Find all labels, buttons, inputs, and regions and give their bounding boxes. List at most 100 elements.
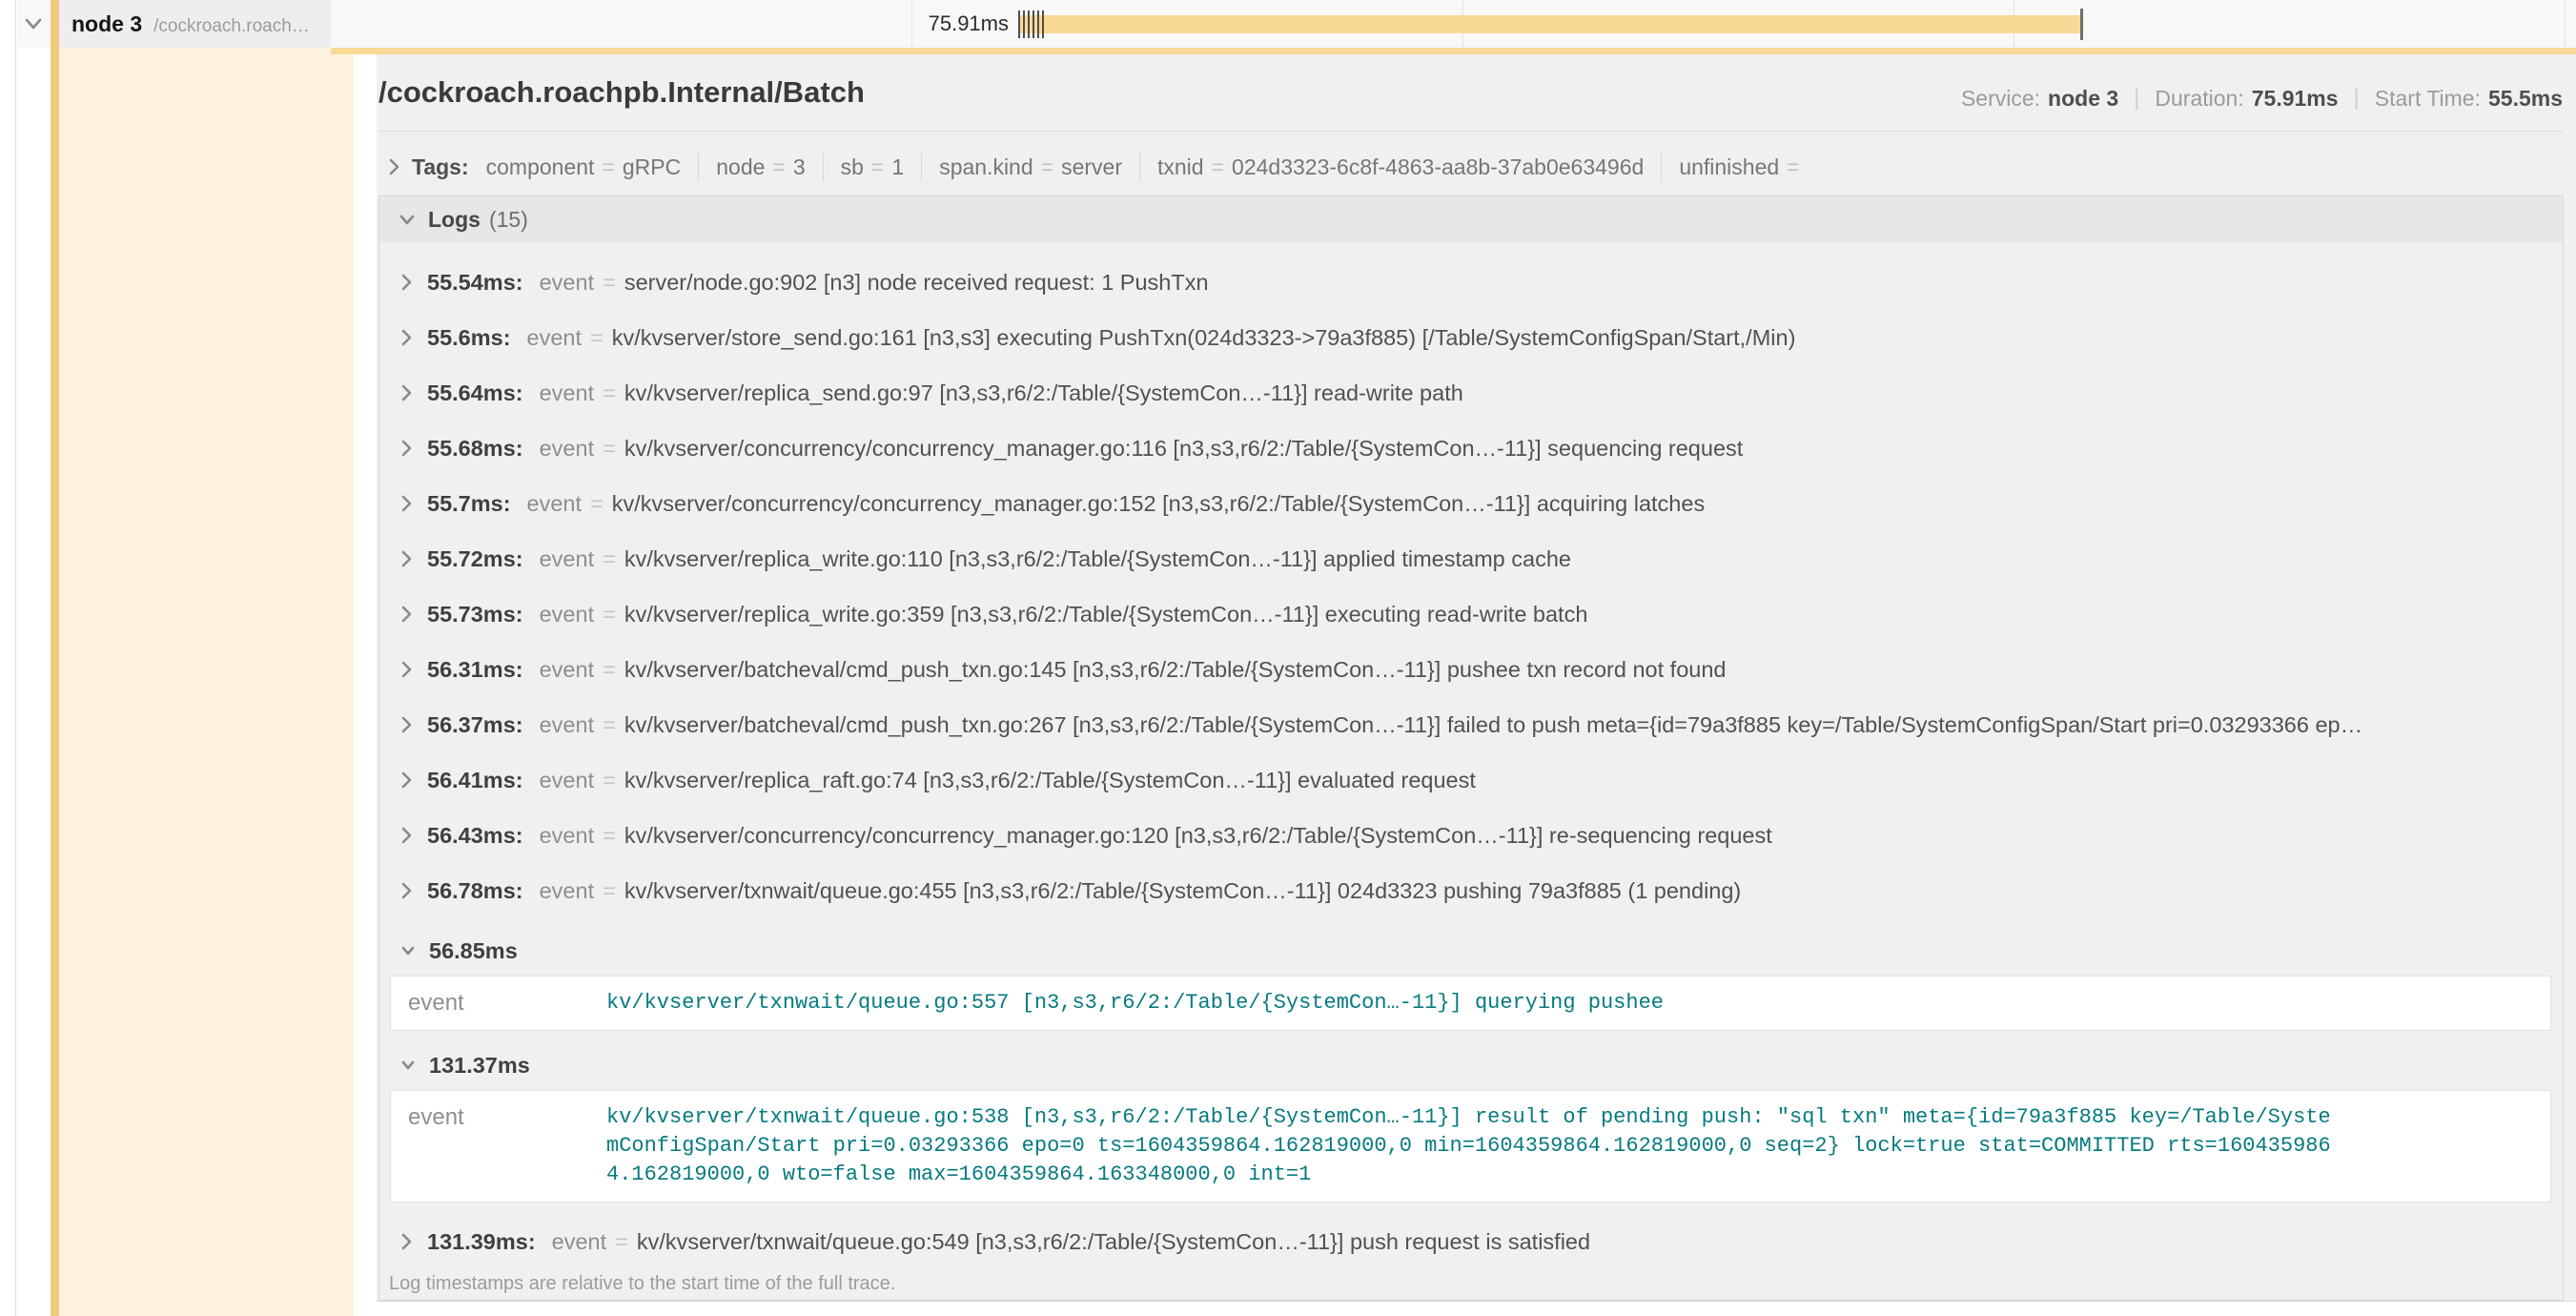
log-row[interactable]: 56.78ms: event = kv/kvserver/txnwait/que… (379, 863, 2563, 918)
span-detail-panel: /cockroach.roachpb.Internal/Batch Servic… (377, 54, 2576, 1302)
equals-sign: = (590, 491, 603, 517)
log-tick (1042, 10, 1044, 38)
chevron-right-icon (387, 155, 400, 178)
chevron-down-icon (399, 212, 416, 227)
log-value: kv/kvserver/txnwait/queue.go:549 [n3,s3,… (637, 1229, 1590, 1255)
title-divider (378, 131, 2564, 132)
equals-sign: = (590, 325, 603, 351)
log-value: kv/kvserver/concurrency/concurrency_mana… (624, 823, 1772, 849)
chevron-right-icon (400, 327, 413, 348)
log-timestamp: 131.39ms: (427, 1229, 536, 1255)
tag-separator (698, 153, 699, 181)
log-row[interactable]: 56.37ms: event = kv/kvserver/batcheval/c… (379, 697, 2563, 752)
equals-sign: = (1212, 154, 1224, 180)
log-timestamp: 55.68ms: (427, 436, 523, 462)
logs-list: 55.54ms: event = server/node.go:902 [n3]… (379, 242, 2563, 1295)
operation-title: /cockroach.roachpb.Internal/Batch (378, 75, 865, 110)
tag-value: 024d3323-6c8f-4863-aa8b-37ab0e63496d (1232, 154, 1644, 180)
equals-sign: = (603, 823, 616, 849)
tag-separator (1139, 153, 1140, 181)
log-field-name: event (540, 602, 595, 627)
tag-item[interactable]: txnid = 024d3323-6c8f-4863-aa8b-37ab0e63… (1157, 154, 1644, 180)
log-tick (1037, 10, 1039, 38)
tag-item[interactable]: component = gRPC (486, 154, 682, 180)
expanded-log-entry: 131.37ms event kv/kvserver/txnwait/queue… (379, 1040, 2563, 1203)
equals-sign: = (602, 154, 614, 180)
log-row[interactable]: 55.72ms: event = kv/kvserver/replica_wri… (379, 531, 2563, 586)
log-row[interactable]: 55.6ms: event = kv/kvserver/store_send.g… (379, 310, 2563, 365)
meta-separator: | (2354, 85, 2360, 112)
log-field-name: event (408, 1103, 606, 1189)
log-timestamp: 56.37ms: (427, 712, 523, 738)
tag-item[interactable]: unfinished = (1679, 154, 1807, 180)
logs-section: Logs (15) 55.54ms: event = server/node.g… (378, 195, 2564, 1301)
span-operation-name: /cockroach.roach… (153, 16, 310, 37)
timeline-gridline (2565, 0, 2566, 48)
log-row[interactable]: 55.7ms: event = kv/kvserver/concurrency/… (379, 476, 2563, 531)
collapse-span-chevron-down-icon[interactable] (24, 15, 43, 32)
log-field-name: event (540, 823, 595, 849)
log-timestamp: 55.64ms: (427, 380, 523, 406)
tag-key: unfinished (1679, 154, 1779, 180)
tag-item[interactable]: span.kind = server (939, 154, 1122, 180)
log-row[interactable]: 56.31ms: event = kv/kvserver/batcheval/c… (379, 642, 2563, 697)
equals-sign: = (603, 768, 616, 793)
log-row[interactable]: 56.43ms: event = kv/kvserver/concurrency… (379, 808, 2563, 863)
log-field-name: event (552, 1229, 607, 1255)
log-row[interactable]: 55.73ms: event = kv/kvserver/replica_wri… (379, 586, 2563, 642)
span-duration-bar (1018, 15, 2082, 33)
log-timestamp: 55.72ms: (427, 546, 523, 572)
equals-sign: = (603, 270, 616, 296)
log-row[interactable]: 56.41ms: event = kv/kvserver/replica_raf… (379, 752, 2563, 808)
tag-key: span.kind (939, 154, 1032, 180)
log-row[interactable]: 55.68ms: event = kv/kvserver/concurrency… (379, 421, 2563, 476)
log-value: kv/kvserver/replica_send.go:97 [n3,s3,r6… (624, 380, 1463, 406)
equals-sign: = (603, 380, 616, 406)
log-value: kv/kvserver/concurrency/concurrency_mana… (612, 491, 1705, 517)
chevron-down-icon (400, 944, 416, 957)
meta-label: Service: (1961, 86, 2040, 112)
log-detail-card: event kv/kvserver/txnwait/queue.go:557 [… (390, 976, 2551, 1031)
log-field-name: event (527, 491, 583, 517)
tag-key: component (486, 154, 595, 180)
log-timestamp: 56.85ms (429, 938, 518, 964)
log-timestamp: 56.41ms: (427, 768, 523, 793)
log-tick (1018, 10, 1020, 38)
logs-count: (15) (489, 207, 528, 233)
log-value: kv/kvserver/concurrency/concurrency_mana… (624, 436, 1743, 462)
log-timestamp: 56.31ms: (427, 657, 523, 683)
tags-accordion[interactable]: Tags: component = gRPC node = 3 sb = 1 s… (378, 142, 1808, 192)
chevron-right-icon (400, 548, 413, 569)
chevron-right-icon (400, 604, 413, 625)
log-tick (1023, 10, 1025, 38)
log-timestamp: 55.54ms: (427, 270, 523, 296)
tag-item[interactable]: sb = 1 (841, 154, 905, 180)
log-row[interactable]: 131.39ms: event = kv/kvserver/txnwait/qu… (379, 1214, 2563, 1269)
jaeger-trace-span-detail: { "colors": { "span_yellow": "#f8da96", … (0, 0, 2576, 1316)
span-indent-stripe (51, 0, 59, 1316)
logs-accordion-header[interactable]: Logs (15) (379, 196, 2563, 242)
tag-separator (1661, 153, 1662, 181)
chevron-right-icon (400, 272, 413, 293)
log-timestamp: 131.37ms (429, 1053, 530, 1079)
log-row[interactable]: 55.54ms: event = server/node.go:902 [n3]… (379, 255, 2563, 310)
tag-item[interactable]: node = 3 (716, 154, 805, 180)
chevron-right-icon (400, 438, 413, 459)
log-value: kv/kvserver/batcheval/cmd_push_txn.go:14… (624, 657, 1727, 683)
expanded-log-entry: 56.85ms event kv/kvserver/txnwait/queue.… (379, 926, 2563, 1031)
log-value: server/node.go:902 [n3] node received re… (624, 270, 1209, 296)
equals-sign: = (603, 712, 616, 738)
span-name-tab[interactable]: node 3 /cockroach.roach… (51, 0, 331, 48)
equals-sign: = (772, 154, 785, 180)
expanded-log-header[interactable]: 131.37ms (379, 1040, 2563, 1090)
span-service-name: node 3 (72, 10, 142, 37)
log-tick (1032, 10, 1034, 38)
tag-list: component = gRPC node = 3 sb = 1 span.ki… (486, 153, 1808, 181)
expanded-log-header[interactable]: 56.85ms (379, 926, 2563, 976)
log-row[interactable]: 55.64ms: event = kv/kvserver/replica_sen… (379, 365, 2563, 421)
log-value: kv/kvserver/txnwait/queue.go:455 [n3,s3,… (624, 878, 1741, 904)
meta-separator: | (2134, 85, 2139, 112)
chevron-right-icon (400, 382, 413, 403)
chevron-right-icon (400, 714, 413, 735)
span-color-column (59, 48, 354, 1316)
